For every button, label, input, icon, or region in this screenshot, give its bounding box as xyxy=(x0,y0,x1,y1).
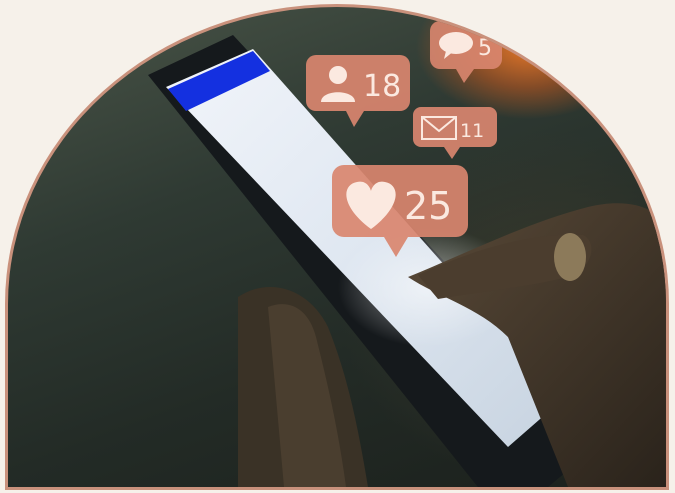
followers-count: 18 xyxy=(363,69,401,104)
thumbnail xyxy=(554,233,586,281)
comments-count: 5 xyxy=(478,36,492,61)
notification-messages: 11 xyxy=(413,107,497,159)
notification-comments: 5 xyxy=(430,21,502,83)
likes-count: 25 xyxy=(404,184,452,228)
notification-followers: 18 xyxy=(306,55,410,127)
photo-stage: 18 5 11 25 xyxy=(0,0,675,493)
arch-frame: 18 5 11 25 xyxy=(5,4,669,490)
messages-count: 11 xyxy=(460,120,484,142)
arch-photo: 18 5 11 25 xyxy=(8,7,666,487)
smartphone-photo: 18 5 11 25 xyxy=(148,21,666,487)
